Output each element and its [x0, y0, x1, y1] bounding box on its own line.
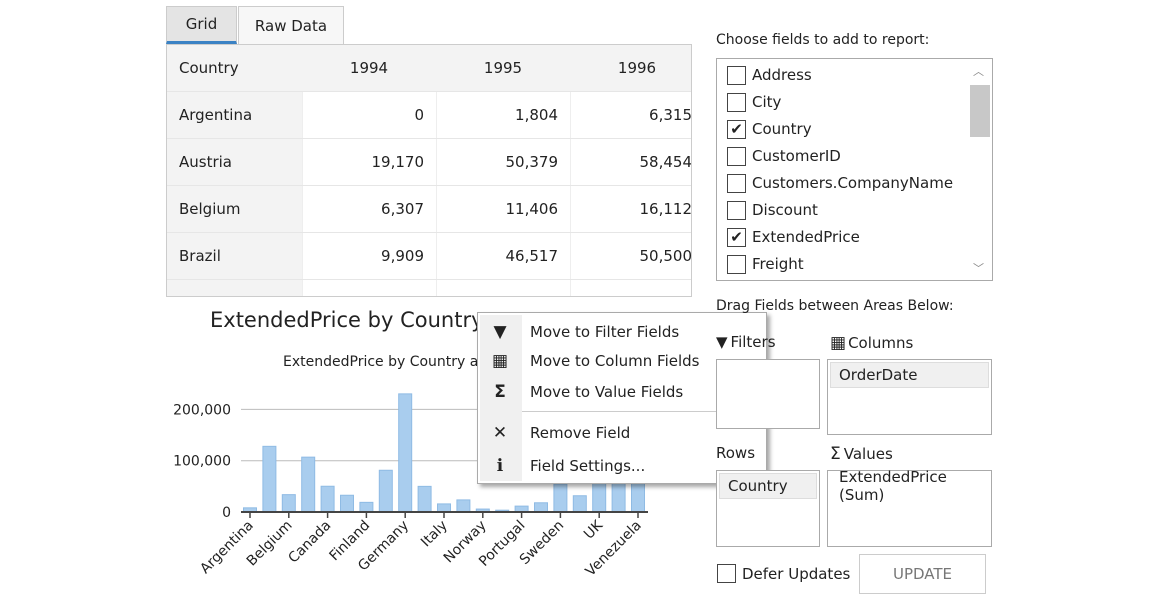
- filter-icon: ▼: [716, 333, 728, 351]
- field-label: Discount: [752, 201, 818, 219]
- y-tick-label: 200,000: [173, 402, 231, 418]
- bar-brazil: [301, 456, 316, 513]
- x-tick-label: Argentina: [197, 518, 257, 578]
- columns-area[interactable]: OrderDate: [827, 359, 992, 435]
- y-tick-label: 100,000: [173, 454, 231, 470]
- field-label: City: [752, 93, 782, 111]
- defer-updates-checkbox[interactable]: Defer Updates: [717, 564, 850, 583]
- bar-austria: [262, 445, 277, 513]
- values-label-text: Values: [843, 445, 893, 463]
- field-list[interactable]: Address City ✔ Country CustomerID Customers.C…: [716, 58, 993, 281]
- menu-item-label: Move to Value Fields: [530, 383, 684, 401]
- choose-fields-label: Choose fields to add to report:: [716, 32, 930, 48]
- checkbox[interactable]: [727, 146, 746, 166]
- rows-label: Rows: [716, 444, 756, 462]
- field-settings-icon: ℹ: [496, 456, 504, 476]
- checkbox[interactable]: [727, 254, 746, 274]
- columns-label: ▦ Columns: [830, 333, 913, 353]
- columns-label-text: Columns: [848, 334, 914, 352]
- values-label: Σ Values: [830, 444, 893, 464]
- update-button[interactable]: UPDATE: [859, 554, 986, 594]
- checkbox[interactable]: [727, 92, 746, 112]
- field-chip-country[interactable]: Country: [719, 473, 817, 499]
- field-item[interactable]: City: [727, 90, 781, 114]
- scrollbar[interactable]: ︿ ﹀: [968, 61, 990, 278]
- bar-venezuela: [631, 482, 645, 513]
- checkbox[interactable]: [727, 200, 746, 220]
- field-chip-orderdate[interactable]: OrderDate: [830, 362, 989, 388]
- bar-finland: [359, 501, 374, 513]
- grid-icon: ▦: [491, 351, 509, 371]
- bar-italy: [437, 503, 451, 513]
- filter-icon: ▼: [493, 322, 507, 342]
- sigma-icon: Σ: [494, 382, 506, 402]
- field-label: Country: [752, 120, 812, 138]
- field-item[interactable]: ✔ ExtendedPrice: [727, 225, 860, 249]
- bar-sweden: [553, 483, 568, 513]
- field-item[interactable]: Address: [727, 63, 812, 87]
- field-label: Customers.CompanyName: [752, 174, 954, 192]
- bar-denmark: [340, 494, 354, 513]
- field-item[interactable]: ✔ Country: [727, 117, 812, 141]
- menu-item-label: Move to Column Fields: [530, 352, 700, 370]
- y-tick-label: 0: [222, 505, 231, 521]
- values-area[interactable]: ExtendedPrice (Sum): [827, 468, 992, 547]
- bar-ireland: [417, 485, 432, 513]
- filters-area[interactable]: [716, 359, 820, 429]
- scroll-down-icon[interactable]: ﹀: [973, 260, 984, 276]
- checkbox[interactable]: ✔: [727, 227, 746, 247]
- checkbox[interactable]: [727, 173, 746, 193]
- field-label: CustomerID: [752, 147, 841, 165]
- x-tick-label: Canada: [285, 518, 334, 567]
- field-label: ExtendedPrice: [752, 228, 860, 246]
- grid-icon: ▦: [830, 333, 847, 353]
- bar-uk: [592, 481, 607, 513]
- checkbox[interactable]: ✔: [727, 119, 746, 139]
- bar-germany: [398, 393, 413, 513]
- bar-france: [378, 469, 393, 513]
- x-tick-label: Italy: [418, 518, 451, 551]
- field-label: Address: [752, 66, 812, 84]
- field-chip-extendedprice[interactable]: ExtendedPrice (Sum): [830, 468, 989, 504]
- bar-belgium: [281, 494, 296, 513]
- bar-switzerland: [572, 495, 587, 513]
- field-item[interactable]: Freight: [727, 252, 804, 276]
- field-item[interactable]: Discount: [727, 198, 818, 222]
- sigma-icon: Σ: [830, 444, 841, 464]
- checkbox[interactable]: [717, 564, 736, 583]
- bar-chart: 0100,000200,000ArgentinaBelgiumCanadaFin…: [173, 376, 648, 580]
- close-icon: ✕: [492, 423, 508, 443]
- field-label: Freight: [752, 255, 804, 273]
- drag-fields-label: Drag Fields between Areas Below:: [716, 298, 954, 314]
- scroll-up-icon[interactable]: ︿: [973, 63, 984, 79]
- rows-area[interactable]: Country: [716, 470, 820, 547]
- bar-canada: [320, 485, 335, 513]
- bar-mexico: [456, 499, 471, 513]
- menu-item-label: Move to Filter Fields: [530, 323, 680, 341]
- defer-updates-label: Defer Updates: [742, 564, 851, 583]
- filters-label: ▼ Filters: [716, 333, 776, 351]
- menu-item-label: Remove Field: [530, 424, 631, 442]
- field-item[interactable]: Customers.CompanyName: [727, 171, 953, 195]
- filters-label-text: Filters: [730, 333, 776, 351]
- bar-spain: [534, 502, 548, 513]
- scrollbar-thumb[interactable]: [970, 85, 990, 137]
- field-item[interactable]: CustomerID: [727, 144, 841, 168]
- checkbox[interactable]: [727, 65, 746, 85]
- menu-item-label: Field Settings...: [530, 457, 646, 475]
- x-tick-label: UK: [581, 517, 607, 543]
